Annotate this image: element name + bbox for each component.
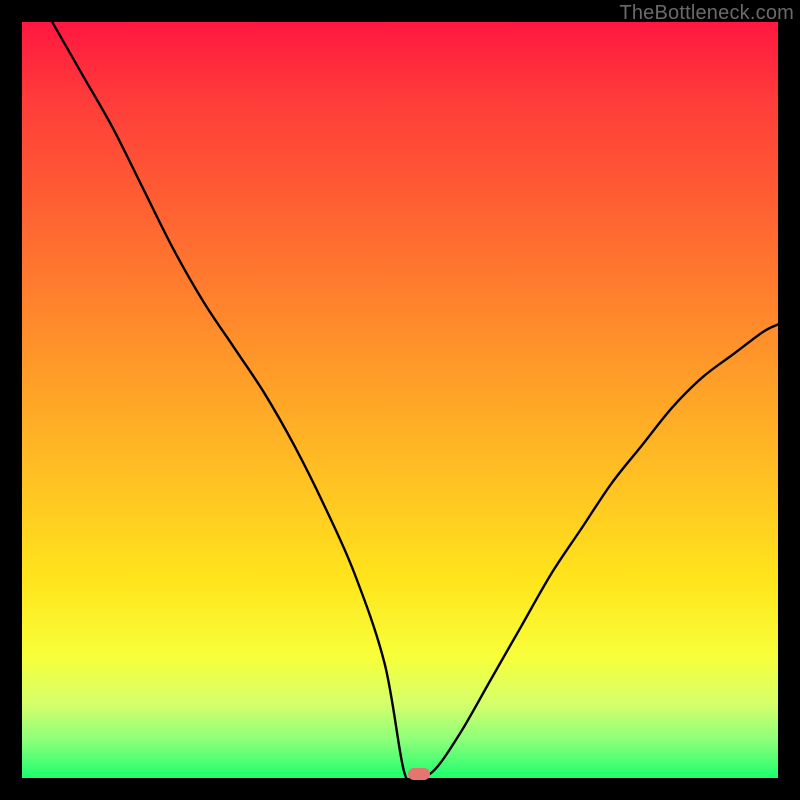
chart-frame: TheBottleneck.com: [0, 0, 800, 800]
watermark-text: TheBottleneck.com: [619, 2, 794, 25]
bottleneck-curve: [22, 22, 778, 778]
minimum-marker: [408, 768, 430, 780]
chart-plot-area: [22, 22, 778, 778]
